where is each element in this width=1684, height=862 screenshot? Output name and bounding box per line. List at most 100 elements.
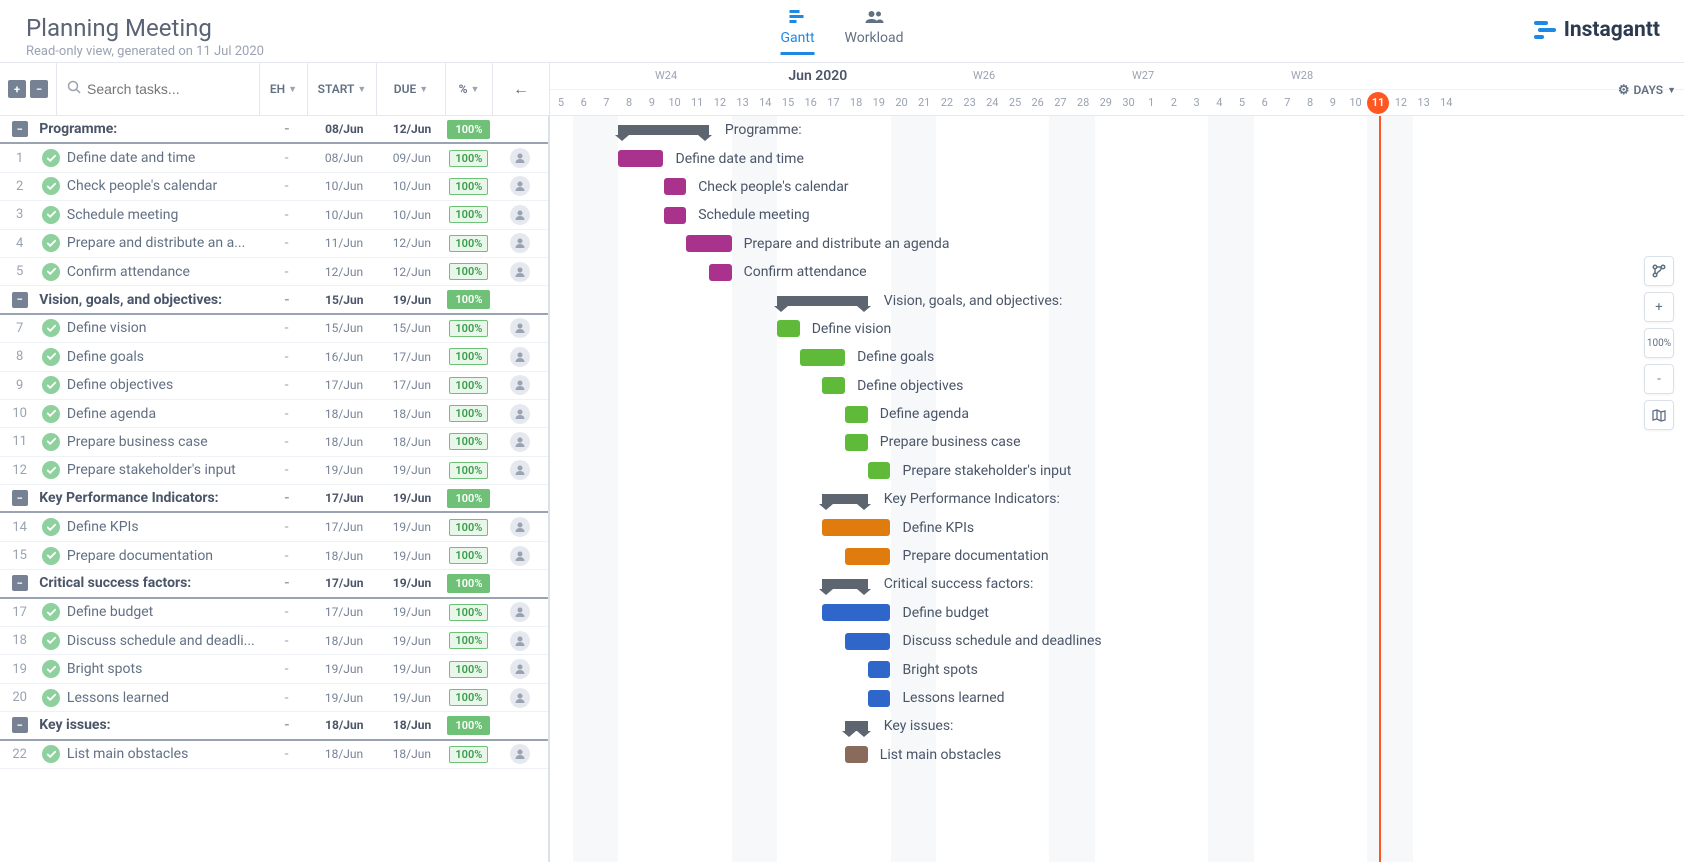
check-icon[interactable] <box>42 348 60 366</box>
task-row[interactable]: 7Define vision-15/Jun15/Jun100% <box>0 315 548 343</box>
tab-workload[interactable]: Workload <box>845 8 904 55</box>
avatar-icon[interactable] <box>510 262 530 282</box>
task-bar[interactable] <box>777 320 800 337</box>
zoom-reset-button[interactable]: 100% <box>1644 328 1674 358</box>
group-row[interactable]: −Key issues:-18/Jun18/Jun100% <box>0 712 548 740</box>
avatar-icon[interactable] <box>510 148 530 168</box>
check-icon[interactable] <box>42 376 60 394</box>
avatar-icon[interactable] <box>510 318 530 338</box>
group-bar[interactable] <box>822 579 867 589</box>
task-row[interactable]: 15Prepare documentation-18/Jun19/Jun100% <box>0 542 548 570</box>
avatar-icon[interactable] <box>510 688 530 708</box>
zoom-in-button[interactable]: + <box>1644 292 1674 322</box>
col-header-start[interactable]: START▼ <box>308 63 377 115</box>
check-icon[interactable] <box>42 234 60 252</box>
task-bar[interactable] <box>709 264 732 281</box>
task-row[interactable]: 10Define agenda-18/Jun18/Jun100% <box>0 400 548 428</box>
task-row[interactable]: 18Discuss schedule and deadli...-18/Jun1… <box>0 627 548 655</box>
check-icon[interactable] <box>42 263 60 281</box>
task-bar[interactable] <box>686 235 731 252</box>
avatar-icon[interactable] <box>510 205 530 225</box>
zoom-out-button[interactable]: - <box>1644 364 1674 394</box>
task-row[interactable]: 1Define date and time-08/Jun09/Jun100% <box>0 144 548 172</box>
avatar-icon[interactable] <box>510 375 530 395</box>
avatar-icon[interactable] <box>510 602 530 622</box>
avatar-icon[interactable] <box>510 517 530 537</box>
task-bar[interactable] <box>845 548 890 565</box>
task-row[interactable]: 11Prepare business case-18/Jun18/Jun100% <box>0 428 548 456</box>
collapse-icon[interactable]: − <box>12 717 28 733</box>
search-input[interactable] <box>87 81 249 97</box>
task-bar[interactable] <box>868 661 891 678</box>
task-row[interactable]: 12Prepare stakeholder's input-19/Jun19/J… <box>0 457 548 485</box>
group-bar[interactable] <box>777 296 868 306</box>
task-bar[interactable] <box>868 462 891 479</box>
check-icon[interactable] <box>42 632 60 650</box>
check-icon[interactable] <box>42 433 60 451</box>
collapse-icon[interactable]: − <box>12 121 28 137</box>
check-icon[interactable] <box>42 603 60 621</box>
task-row[interactable]: 8Define goals-16/Jun17/Jun100% <box>0 343 548 371</box>
avatar-icon[interactable] <box>510 176 530 196</box>
group-bar[interactable] <box>845 721 868 731</box>
avatar-icon[interactable] <box>510 631 530 651</box>
task-bar[interactable] <box>845 633 890 650</box>
avatar-icon[interactable] <box>510 404 530 424</box>
collapse-all-button[interactable]: − <box>30 80 48 98</box>
check-icon[interactable] <box>42 518 60 536</box>
task-bar[interactable] <box>664 178 687 195</box>
task-bar[interactable] <box>822 519 890 536</box>
avatar-icon[interactable] <box>510 659 530 679</box>
days-dropdown[interactable]: ⚙ DAYS ▼ <box>1618 63 1676 117</box>
expand-all-button[interactable]: + <box>8 80 26 98</box>
task-row[interactable]: 19Bright spots-19/Jun19/Jun100% <box>0 655 548 683</box>
col-header-percent[interactable]: %▼ <box>446 63 493 115</box>
task-bar[interactable] <box>800 349 845 366</box>
avatar-icon[interactable] <box>510 233 530 253</box>
col-header-due[interactable]: DUE▼ <box>377 63 446 115</box>
gantt-area[interactable]: Programme:Define date and timeCheck peop… <box>550 116 1684 862</box>
avatar-icon[interactable] <box>510 347 530 367</box>
group-row[interactable]: −Critical success factors:-17/Jun19/Jun1… <box>0 570 548 598</box>
task-row[interactable]: 17Define budget-17/Jun19/Jun100% <box>0 599 548 627</box>
check-icon[interactable] <box>42 689 60 707</box>
group-row[interactable]: −Vision, goals, and objectives:-15/Jun19… <box>0 286 548 314</box>
task-row[interactable]: 14Define KPIs-17/Jun19/Jun100% <box>0 513 548 541</box>
task-bar[interactable] <box>618 150 663 167</box>
task-row[interactable]: 3Schedule meeting-10/Jun10/Jun100% <box>0 201 548 229</box>
group-row[interactable]: −Programme:-08/Jun12/Jun100% <box>0 116 548 144</box>
task-bar[interactable] <box>845 406 868 423</box>
check-icon[interactable] <box>42 149 60 167</box>
task-bar[interactable] <box>845 746 868 763</box>
check-icon[interactable] <box>42 660 60 678</box>
group-row[interactable]: −Key Performance Indicators:-17/Jun19/Ju… <box>0 485 548 513</box>
group-bar[interactable] <box>618 125 709 135</box>
check-icon[interactable] <box>42 461 60 479</box>
collapse-icon[interactable]: − <box>12 292 28 308</box>
back-button[interactable]: ← <box>493 63 550 115</box>
task-bar[interactable] <box>845 434 868 451</box>
task-row[interactable]: 2Check people's calendar-10/Jun10/Jun100… <box>0 173 548 201</box>
collapse-icon[interactable]: − <box>12 575 28 591</box>
check-icon[interactable] <box>42 745 60 763</box>
col-header-eh[interactable]: EH▼ <box>260 63 308 115</box>
task-row[interactable]: 20Lessons learned-19/Jun19/Jun100% <box>0 684 548 712</box>
task-bar[interactable] <box>868 690 891 707</box>
check-icon[interactable] <box>42 206 60 224</box>
tab-gantt[interactable]: Gantt <box>781 8 815 55</box>
check-icon[interactable] <box>42 547 60 565</box>
check-icon[interactable] <box>42 177 60 195</box>
avatar-icon[interactable] <box>510 744 530 764</box>
avatar-icon[interactable] <box>510 460 530 480</box>
minimap-button[interactable] <box>1644 400 1674 430</box>
branch-button[interactable] <box>1644 256 1674 286</box>
task-row[interactable]: 9Define objectives-17/Jun17/Jun100% <box>0 372 548 400</box>
avatar-icon[interactable] <box>510 432 530 452</box>
task-bar[interactable] <box>822 604 890 621</box>
task-row[interactable]: 5Confirm attendance-12/Jun12/Jun100% <box>0 258 548 286</box>
task-row[interactable]: 22List main obstacles-18/Jun18/Jun100% <box>0 741 548 769</box>
group-bar[interactable] <box>822 494 867 504</box>
check-icon[interactable] <box>42 319 60 337</box>
task-bar[interactable] <box>822 377 845 394</box>
task-row[interactable]: 4Prepare and distribute an a...-11/Jun12… <box>0 230 548 258</box>
